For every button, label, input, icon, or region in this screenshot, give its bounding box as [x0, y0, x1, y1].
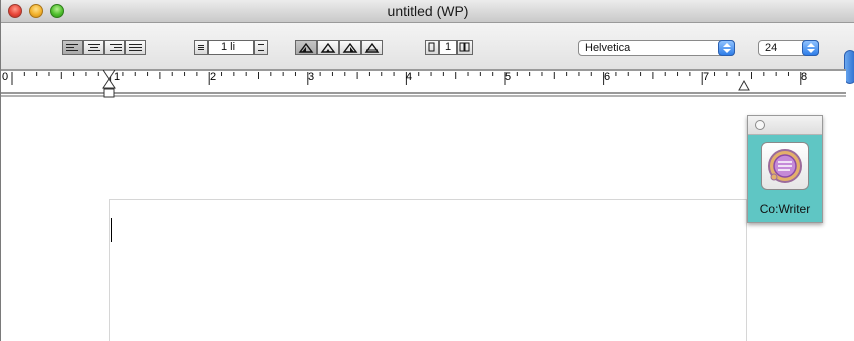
popup-arrow-icon: [802, 40, 819, 56]
text-cursor: [111, 218, 112, 242]
decimal-tab-icon: [364, 42, 380, 53]
format-toolbar: 1 li 1 Helvetica 24: [1, 23, 854, 69]
ruler-label: 8: [801, 71, 808, 83]
palette-close-button[interactable]: [755, 120, 765, 130]
ruler-label: 5: [505, 71, 512, 83]
ruler-label: 2: [210, 71, 217, 83]
justify-button[interactable]: [125, 40, 146, 55]
cowriter-label: Co:Writer: [759, 202, 811, 216]
tight-spacing-icon: [198, 44, 204, 51]
left-indent-marker[interactable]: [102, 70, 116, 98]
ruler-label: 6: [604, 71, 611, 83]
align-center-icon: [87, 44, 100, 51]
right-margin-marker[interactable]: [738, 79, 750, 91]
right-tab-icon: [342, 42, 358, 53]
align-center-button[interactable]: [83, 40, 104, 55]
font-family-value: Helvetica: [585, 42, 631, 54]
center-tab-icon: [320, 42, 336, 53]
title-bar[interactable]: untitled (WP): [1, 0, 854, 23]
ruler-label: 4: [406, 71, 413, 83]
font-size-popup[interactable]: 24: [758, 40, 819, 56]
co-writer-icon: [768, 149, 802, 183]
window-title: untitled (WP): [387, 3, 469, 19]
font-size-value: 24: [765, 42, 778, 54]
right-tab-button[interactable]: [339, 40, 361, 55]
decrease-spacing-button[interactable]: [194, 40, 208, 55]
loose-spacing-icon: [258, 44, 264, 51]
align-right-button[interactable]: [104, 40, 125, 55]
line-spacing-value: 1 li: [221, 41, 236, 53]
columns-value: 1: [445, 41, 452, 53]
cowriter-palette[interactable]: Co:Writer: [747, 115, 823, 223]
align-left-button[interactable]: [62, 40, 83, 55]
font-family-popup[interactable]: Helvetica: [578, 40, 735, 56]
justify-icon: [129, 44, 142, 51]
ruler-label: 3: [308, 71, 315, 83]
align-left-icon: [66, 44, 79, 51]
line-spacing-field[interactable]: 1 li: [208, 40, 254, 55]
ruler-scale: [1, 69, 846, 97]
document-window: untitled (WP) 1 li 1 Helvetica 24 0 1 2 …: [0, 0, 854, 341]
ruler-label: 0: [2, 71, 9, 83]
ruler[interactable]: 0 1 2 3 4 5 6 7 8: [1, 69, 846, 98]
align-right-icon: [108, 44, 122, 51]
columns-field[interactable]: 1: [439, 40, 457, 55]
page[interactable]: [109, 199, 747, 341]
cowriter-button[interactable]: [761, 142, 809, 190]
decimal-tab-button[interactable]: [361, 40, 383, 55]
popup-arrow-icon: [718, 40, 735, 56]
center-tab-button[interactable]: [317, 40, 339, 55]
increase-spacing-button[interactable]: [254, 40, 268, 55]
more-columns-button[interactable]: [457, 40, 473, 55]
palette-title-bar[interactable]: [748, 116, 822, 135]
ruler-label: 7: [703, 71, 710, 83]
two-columns-icon: [459, 42, 470, 52]
single-column-icon: [428, 42, 435, 52]
fewer-columns-button[interactable]: [425, 40, 439, 55]
left-tab-icon: [298, 42, 314, 53]
left-tab-button[interactable]: [295, 40, 317, 55]
